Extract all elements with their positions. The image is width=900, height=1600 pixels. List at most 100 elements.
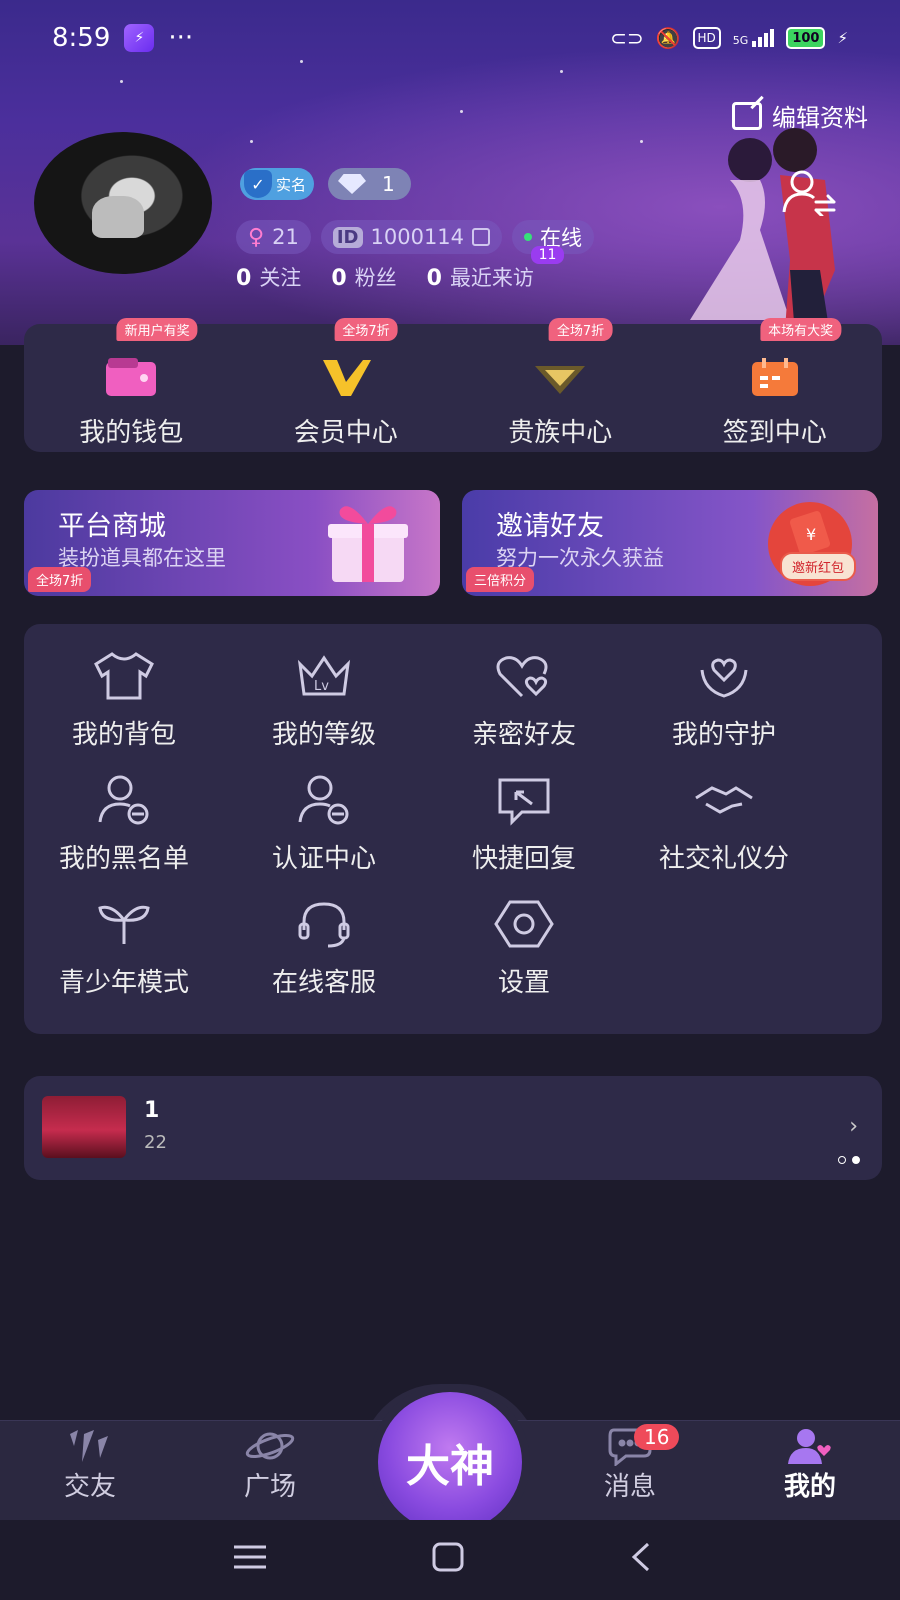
switch-account-icon[interactable] bbox=[780, 170, 836, 216]
service-guard[interactable]: 我的守护 bbox=[624, 650, 824, 751]
center-action-label: 大神 bbox=[406, 1441, 494, 1492]
menu-icon[interactable] bbox=[232, 1542, 268, 1572]
headset-icon bbox=[298, 902, 350, 948]
gift-box-icon bbox=[328, 506, 408, 582]
wallet-icon bbox=[106, 358, 157, 396]
diamond-icon bbox=[338, 174, 367, 194]
promo-tag: 新用户有奖 bbox=[116, 318, 198, 341]
profile-stats: 0 关注 0 粉丝 0 最近来访 11 bbox=[236, 246, 565, 292]
service-backpack[interactable]: 我的背包 bbox=[24, 650, 224, 751]
verified-label: 实名 bbox=[276, 175, 307, 194]
nav-label: 我的 bbox=[783, 1472, 836, 1502]
calendar-icon bbox=[751, 358, 798, 396]
diamond-level-badge: 1 bbox=[328, 168, 411, 200]
stat-recent-visitors[interactable]: 0 最近来访 11 bbox=[427, 246, 565, 292]
carousel-dot bbox=[838, 1156, 846, 1164]
promo-tag: 本场有大奖 bbox=[760, 318, 842, 341]
nav-label: 广场 bbox=[243, 1472, 296, 1502]
service-settings[interactable]: 设置 bbox=[424, 898, 624, 999]
noble-icon bbox=[535, 366, 586, 394]
svg-text:Lv: Lv bbox=[314, 679, 329, 694]
quick-checkin[interactable]: 本场有大奖 签到中心 bbox=[668, 318, 883, 452]
profile-icon bbox=[788, 1429, 831, 1464]
copy-icon[interactable] bbox=[472, 228, 491, 246]
level-crown-icon: Lv bbox=[297, 655, 351, 696]
service-label: 在线客服 bbox=[271, 968, 376, 998]
online-dot-icon bbox=[524, 233, 533, 241]
avatar[interactable] bbox=[34, 132, 212, 274]
carousel-dots bbox=[838, 1156, 860, 1164]
center-action-button[interactable]: 大神 bbox=[378, 1392, 522, 1532]
service-label: 我的黑名单 bbox=[58, 844, 189, 874]
user-id[interactable]: ID 1000114 bbox=[320, 220, 503, 254]
settings-icon bbox=[494, 900, 554, 948]
user-block-icon bbox=[98, 775, 149, 825]
service-verify[interactable]: 认证中心 bbox=[224, 774, 424, 875]
nav-profile[interactable]: 我的 bbox=[750, 1426, 870, 1503]
hd-icon: HD bbox=[692, 27, 721, 49]
stat-following[interactable]: 0 关注 bbox=[236, 262, 301, 292]
nav-friends[interactable]: 交友 bbox=[30, 1426, 150, 1503]
service-etiquette[interactable]: 社交礼仪分 bbox=[624, 774, 824, 875]
activity-banner[interactable]: 1 22 › bbox=[24, 1076, 882, 1180]
quick-noble[interactable]: 全场7折 贵族中心 bbox=[453, 318, 668, 452]
quick-label: 签到中心 bbox=[722, 418, 827, 448]
female-icon: ♀ bbox=[248, 224, 265, 250]
service-label: 设置 bbox=[497, 968, 550, 998]
user-verify-icon bbox=[298, 775, 349, 825]
nav-label: 交友 bbox=[63, 1472, 116, 1502]
vip-icon bbox=[322, 360, 371, 396]
age-badge: ♀ 21 bbox=[236, 220, 311, 254]
quick-label: 我的钱包 bbox=[79, 418, 184, 448]
service-customer-support[interactable]: 在线客服 bbox=[224, 898, 424, 999]
service-intimate[interactable]: 亲密好友 bbox=[424, 650, 624, 751]
message-count-badge: 16 bbox=[634, 1424, 680, 1450]
promo-tag: 全场7折 bbox=[334, 318, 398, 341]
service-quick-reply[interactable]: 快捷回复 bbox=[424, 774, 624, 875]
couple-illustration bbox=[690, 128, 835, 335]
guard-heart-icon bbox=[700, 658, 748, 698]
charging-icon: ⚡ bbox=[837, 29, 848, 47]
status-more: ··· bbox=[168, 23, 194, 53]
stat-fans[interactable]: 0 粉丝 bbox=[331, 262, 396, 292]
mall-promo-card[interactable]: 平台商城 装扮道具都在这里 全场7折 bbox=[24, 490, 440, 596]
service-label: 社交礼仪分 bbox=[658, 844, 789, 874]
service-label: 我的守护 bbox=[671, 720, 776, 750]
invite-red-packet-button[interactable]: 邀新红包 bbox=[779, 552, 856, 581]
banner-thumbnail bbox=[42, 1096, 126, 1158]
service-level[interactable]: Lv 我的等级 bbox=[224, 650, 424, 751]
service-label: 认证中心 bbox=[271, 844, 376, 874]
sprout-icon bbox=[98, 905, 150, 944]
status-time: 8:59 bbox=[52, 23, 111, 53]
carousel-dot-active bbox=[852, 1156, 860, 1164]
back-icon[interactable] bbox=[624, 1542, 660, 1572]
home-icon[interactable] bbox=[430, 1542, 466, 1572]
quick-label: 会员中心 bbox=[293, 418, 398, 448]
hearts-icon bbox=[496, 656, 548, 698]
service-label: 亲密好友 bbox=[471, 720, 576, 750]
id-tag: ID bbox=[332, 226, 363, 248]
status-bar: 8:59 ⚡ ··· ⊂⊃ 🔕 HD 5G 100 ⚡ bbox=[52, 18, 848, 58]
link-icon: ⊂⊃ bbox=[610, 26, 644, 50]
service-label: 快捷回复 bbox=[471, 844, 576, 874]
diamond-count: 1 bbox=[382, 172, 395, 196]
handshake-icon bbox=[695, 786, 753, 814]
promo-tag: 全场7折 bbox=[28, 567, 92, 592]
id-value: 1000114 bbox=[370, 225, 465, 249]
promo-title: 邀请好友 bbox=[496, 511, 604, 542]
service-blacklist[interactable]: 我的黑名单 bbox=[24, 774, 224, 875]
signal-icon: 5G bbox=[733, 29, 775, 47]
services-grid: 我的背包 Lv 我的等级 亲密好友 我的守护 我的黑名单 认证中心 快捷回复 社… bbox=[24, 624, 882, 1034]
quick-vip[interactable]: 全场7折 会员中心 bbox=[239, 318, 454, 452]
invite-promo-card[interactable]: 邀请好友 努力一次永久获益 三倍积分 ¥ 邀新红包 bbox=[462, 490, 878, 596]
service-youth-mode[interactable]: 青少年模式 bbox=[24, 898, 224, 999]
quick-menu: 新用户有奖 我的钱包 全场7折 会员中心 全场7折 贵族中心 本场有大奖 签到中… bbox=[24, 318, 883, 452]
reply-icon bbox=[498, 778, 550, 826]
age-value: 21 bbox=[272, 225, 299, 249]
planet-icon bbox=[245, 1432, 295, 1460]
promo-tag: 全场7折 bbox=[548, 318, 613, 341]
nav-square[interactable]: 广场 bbox=[210, 1426, 330, 1503]
service-label: 我的等级 bbox=[271, 720, 376, 750]
quick-wallet[interactable]: 新用户有奖 我的钱包 bbox=[24, 318, 239, 452]
service-label: 青少年模式 bbox=[58, 968, 189, 998]
